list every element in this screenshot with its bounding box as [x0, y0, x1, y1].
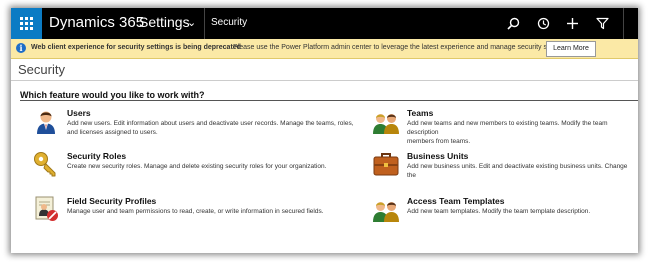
description-line: members from teams. [407, 138, 471, 145]
app-title[interactable]: Dynamics 365 [49, 14, 144, 31]
description-line: and licenses assigned to users. [67, 129, 158, 136]
search-icon[interactable] [498, 8, 528, 39]
learn-more-button[interactable]: Learn More [546, 41, 596, 57]
deprecation-banner: i Web client experience for security set… [11, 39, 638, 59]
divider [20, 100, 638, 101]
feature-description: Create new security roles. Manage and de… [67, 162, 326, 171]
divider [11, 80, 638, 81]
field-security-profiles-icon [33, 196, 59, 222]
access-team-templates-icon [373, 196, 399, 222]
feature-description: Add new business units. Edit and deactiv… [407, 162, 638, 180]
filter-icon[interactable] [587, 8, 617, 39]
feature-description: Manage user and team permissions to read… [67, 207, 324, 216]
nav-area-settings[interactable]: Settings [139, 14, 190, 30]
nav-divider [623, 8, 624, 39]
feature-description: Add new teams and new members to existin… [407, 119, 638, 146]
security-roles-icon [33, 151, 59, 177]
feature-description: Add new team templates. Modify the team … [407, 207, 590, 216]
description-line: Manage user and team permissions to read… [67, 208, 324, 215]
info-icon: i [16, 43, 26, 53]
page-title: Security [18, 62, 65, 77]
description-line: Add new team templates. Modify the team … [407, 208, 591, 215]
feature-title[interactable]: Security Roles [67, 151, 126, 161]
users-icon [33, 108, 59, 134]
business-units-icon [373, 151, 399, 177]
banner-message: Please use the Power Platform admin cent… [233, 44, 568, 51]
description-line: Create new security roles. Manage and de… [67, 163, 327, 170]
feature-security-roles[interactable]: Security Roles Create new security roles… [33, 151, 363, 181]
feature-business-units[interactable]: Business Units Add new business units. E… [373, 151, 638, 181]
teams-icon [373, 108, 399, 134]
feature-teams[interactable]: Teams Add new teams and new members to e… [373, 108, 638, 145]
description-line: Add new teams and new members to existin… [407, 120, 608, 136]
plus-icon[interactable] [557, 8, 587, 39]
recent-history-icon[interactable] [528, 8, 558, 39]
nav-separator [204, 8, 205, 39]
feature-users[interactable]: Users Add new users. Edit information ab… [33, 108, 363, 142]
section-title: Which feature would you like to work wit… [20, 90, 205, 100]
description-line: Add new business units. Edit and deactiv… [407, 163, 628, 179]
banner-title: Web client experience for security setti… [31, 44, 241, 51]
feature-title[interactable]: Users [67, 108, 91, 118]
app-window: Dynamics 365 Settings ⌄ Security i Web c… [11, 8, 638, 253]
chevron-down-icon[interactable]: ⌄ [187, 16, 196, 29]
app-launcher-icon[interactable] [11, 8, 42, 39]
feature-field-security-profiles[interactable]: Field Security Profiles Manage user and … [33, 196, 363, 226]
feature-title[interactable]: Business Units [407, 151, 468, 161]
feature-access-team-templates[interactable]: Access Team Templates Add new team templ… [373, 196, 638, 226]
feature-description: Add new users. Edit information about us… [67, 119, 354, 137]
feature-title[interactable]: Access Team Templates [407, 196, 504, 206]
feature-title[interactable]: Field Security Profiles [67, 196, 156, 206]
description-line: Add new users. Edit information about us… [67, 120, 354, 127]
top-nav-bar: Dynamics 365 Settings ⌄ Security [11, 8, 638, 39]
nav-breadcrumb-security[interactable]: Security [211, 17, 247, 28]
feature-title[interactable]: Teams [407, 108, 433, 118]
